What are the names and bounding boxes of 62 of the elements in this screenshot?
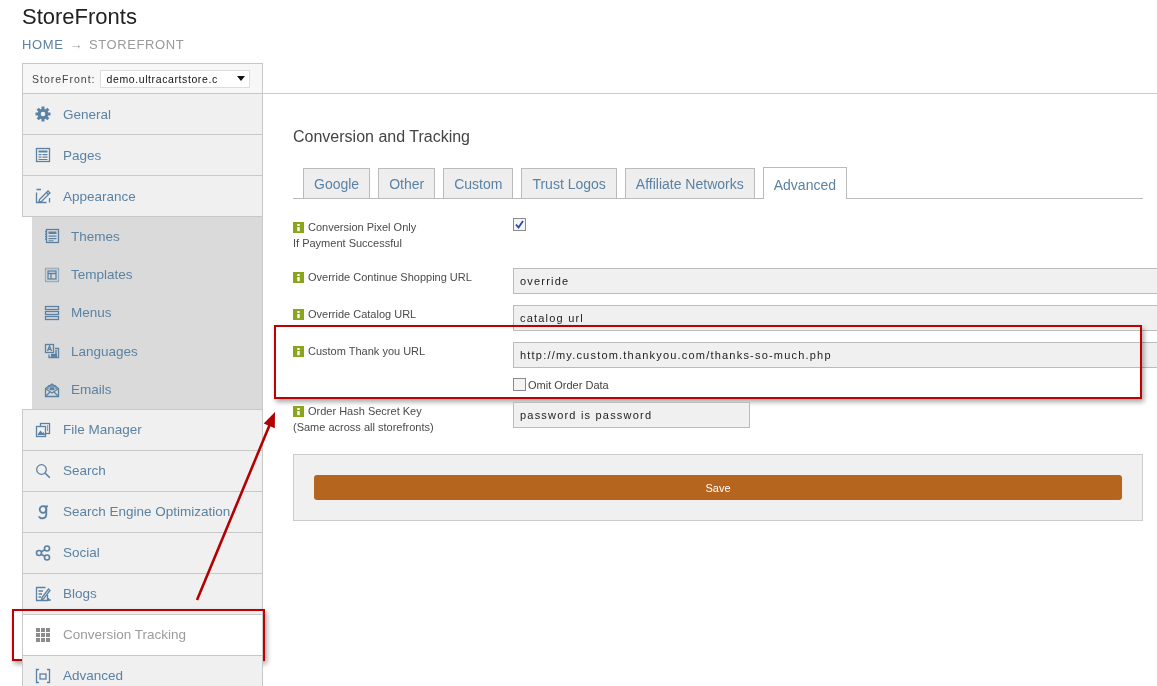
tab[interactable]: Custom <box>443 168 514 198</box>
checkbox-label: Omit Order Data <box>528 378 609 391</box>
field-label: Conversion Pixel Only <box>308 220 417 235</box>
tab[interactable]: Advanced <box>762 167 847 199</box>
envelope-icon <box>44 381 60 398</box>
breadcrumb-separator: → <box>69 37 83 53</box>
caret-icon <box>236 76 245 81</box>
info-icon <box>293 308 304 320</box>
text-box-icon <box>44 343 60 360</box>
tab[interactable]: Google <box>303 168 371 198</box>
storefront-select[interactable]: demo.ultracartstore.c <box>99 69 250 88</box>
breadcrumb-link[interactable]: HOME <box>22 37 64 53</box>
page-title: StoreFronts <box>22 4 137 29</box>
info-icon <box>293 221 304 233</box>
tab[interactable]: Trust Logos <box>521 168 617 198</box>
selector-label: StoreFront: <box>32 72 96 85</box>
info-icon <box>293 405 304 417</box>
gear-icon <box>35 106 51 122</box>
brackets-icon <box>35 667 51 684</box>
sidebar-item[interactable]: Social <box>22 532 263 574</box>
field-label: If Payment Successful <box>293 236 403 251</box>
sidebar-item[interactable]: General <box>22 94 263 135</box>
submenu-item[interactable]: Menus <box>32 293 262 333</box>
info-icon <box>293 345 304 357</box>
grid-icon <box>35 626 51 643</box>
page-icon <box>35 147 51 163</box>
sidebar-item[interactable]: Advanced <box>22 655 263 686</box>
field-label: Custom Thank you URL <box>308 344 426 359</box>
files-icon <box>35 421 51 438</box>
checkbox[interactable] <box>513 218 526 231</box>
submenu-item[interactable]: Themes <box>32 217 262 256</box>
text-field[interactable]: password is password <box>513 402 750 428</box>
breadcrumb-current: STOREFRONT <box>89 37 185 53</box>
checkbox[interactable] <box>513 378 526 391</box>
submenu-item[interactable]: Templates <box>32 255 262 294</box>
text-field[interactable]: http://my.custom.thankyou.com/thanks-so-much.php <box>513 342 1157 368</box>
save-button[interactable]: Save <box>314 475 1122 500</box>
sidebar-item[interactable]: Search Engine Optimization <box>22 491 263 533</box>
menu-icon <box>44 304 60 321</box>
letter-g-icon <box>35 503 51 520</box>
pencil-icon <box>35 188 51 204</box>
tab[interactable]: Other <box>378 168 436 198</box>
layout-icon <box>44 266 60 283</box>
search-icon <box>35 462 51 479</box>
field-label: Override Continue Shopping URL <box>308 270 472 285</box>
sidebar-item[interactable]: Appearance <box>22 176 263 217</box>
field-label: (Same across all storefronts) <box>293 420 435 435</box>
document-pencil-icon <box>35 585 51 602</box>
text-field[interactable]: catalog url <box>513 305 1157 331</box>
document-icon <box>44 228 60 245</box>
sidebar-item[interactable]: File Manager <box>22 408 263 451</box>
tab[interactable]: Affiliate Networks <box>624 168 755 198</box>
share-icon <box>35 544 51 561</box>
sidebar-item[interactable]: Search <box>22 450 263 492</box>
section-title: Conversion and Tracking <box>293 127 471 147</box>
submenu-item[interactable]: Emails <box>32 370 262 409</box>
info-icon <box>293 271 304 283</box>
field-label: Order Hash Secret Key <box>308 404 422 419</box>
text-field[interactable]: override <box>513 268 1157 294</box>
field-label: Override Catalog URL <box>308 307 417 322</box>
sidebar-item[interactable]: Pages <box>22 135 263 176</box>
submenu-item[interactable]: Languages <box>32 332 262 371</box>
